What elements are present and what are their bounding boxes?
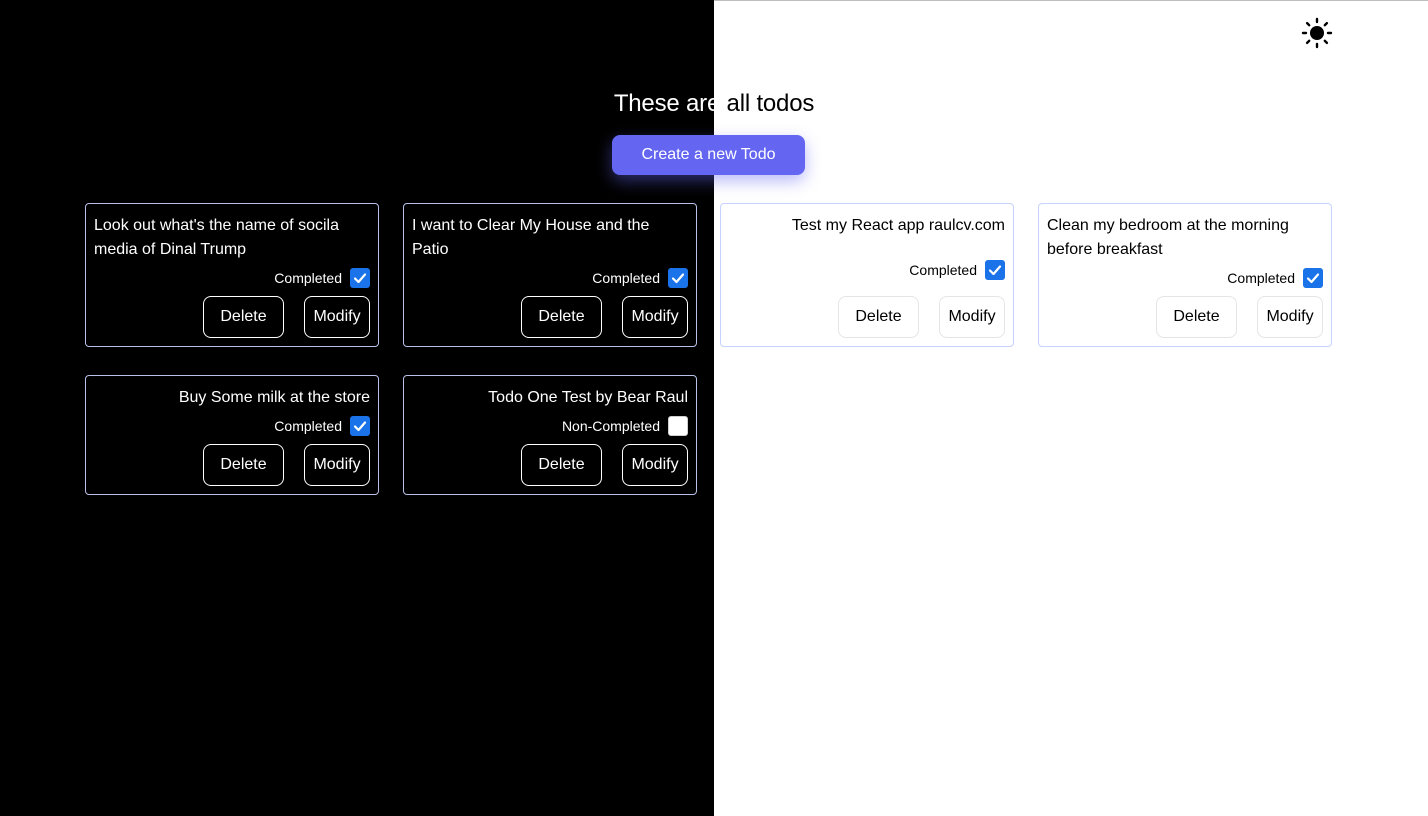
modify-button[interactable]: Modify bbox=[622, 444, 688, 486]
todo-title: Test my React app raulcv.com bbox=[791, 217, 1005, 234]
checkmark-icon bbox=[353, 273, 367, 284]
todo-status-row: Non-Completed bbox=[412, 416, 688, 436]
theme-toggle-button[interactable] bbox=[1300, 16, 1334, 50]
page-title-dark-part: These are bbox=[613, 90, 721, 117]
todo-actions: Delete Modify bbox=[94, 296, 370, 338]
todo-status-row: Completed bbox=[94, 416, 370, 436]
modify-button[interactable]: Modify bbox=[622, 296, 688, 338]
todo-card: Buy Some milk at the store Completed Del… bbox=[85, 375, 379, 495]
completed-checkbox[interactable] bbox=[1303, 268, 1323, 288]
sun-icon bbox=[1301, 17, 1333, 49]
todo-status-label: Completed bbox=[909, 262, 977, 278]
delete-button[interactable]: Delete bbox=[203, 296, 284, 338]
todo-card: Todo One Test by Bear Raul Non-Completed… bbox=[403, 375, 697, 495]
todo-status-label: Completed bbox=[592, 270, 660, 286]
modify-button[interactable]: Modify bbox=[1257, 296, 1323, 338]
delete-button[interactable]: Delete bbox=[521, 444, 602, 486]
todo-title: I want to Clear My House and the Patio bbox=[412, 217, 650, 258]
todo-actions: Delete Modify bbox=[412, 444, 688, 486]
todo-status-label: Completed bbox=[274, 270, 342, 286]
checkmark-icon bbox=[1306, 273, 1320, 284]
top-border bbox=[714, 0, 1428, 1]
completed-checkbox[interactable] bbox=[985, 260, 1005, 280]
completed-checkbox[interactable] bbox=[668, 268, 688, 288]
modify-button[interactable]: Modify bbox=[939, 296, 1005, 338]
completed-checkbox[interactable] bbox=[350, 416, 370, 436]
todo-title: Todo One Test by Bear Raul bbox=[488, 389, 688, 406]
delete-button[interactable]: Delete bbox=[203, 444, 284, 486]
todo-actions: Delete Modify bbox=[94, 444, 370, 486]
todo-card: I want to Clear My House and the Patio C… bbox=[403, 203, 697, 347]
page-title: These are all todos bbox=[0, 88, 1428, 120]
todo-status-row: Completed bbox=[94, 268, 370, 288]
todo-status-label: Completed bbox=[1227, 270, 1295, 286]
checkmark-icon bbox=[353, 421, 367, 432]
delete-button[interactable]: Delete bbox=[838, 296, 919, 338]
todo-title: Look out what's the name of socila media… bbox=[94, 217, 339, 258]
todo-status-row: Completed bbox=[412, 268, 688, 288]
delete-button[interactable]: Delete bbox=[521, 296, 602, 338]
todo-status-label: Completed bbox=[274, 418, 342, 434]
todo-card: Clean my bedroom at the morning before b… bbox=[1038, 203, 1332, 347]
todo-status-label: Non-Completed bbox=[561, 418, 660, 434]
page-title-light-part: all todos bbox=[720, 90, 815, 117]
todo-title: Buy Some milk at the store bbox=[178, 389, 370, 406]
completed-checkbox[interactable] bbox=[668, 416, 688, 436]
todo-actions: Delete Modify bbox=[412, 296, 688, 338]
delete-button[interactable]: Delete bbox=[1156, 296, 1237, 338]
todo-actions: Delete Modify bbox=[1047, 296, 1323, 338]
modify-button[interactable]: Modify bbox=[304, 296, 370, 338]
checkmark-icon bbox=[988, 265, 1002, 276]
todo-card: Test my React app raulcv.com Completed D… bbox=[720, 203, 1014, 347]
completed-checkbox[interactable] bbox=[350, 268, 370, 288]
todo-title: Clean my bedroom at the morning before b… bbox=[1047, 217, 1289, 258]
checkmark-icon bbox=[671, 273, 685, 284]
todo-status-row: Completed bbox=[1047, 268, 1323, 288]
todo-status-row: Completed bbox=[729, 260, 1005, 280]
create-todo-button[interactable]: Create a new Todo bbox=[612, 135, 805, 175]
todo-card: Look out what's the name of socila media… bbox=[85, 203, 379, 347]
modify-button[interactable]: Modify bbox=[304, 444, 370, 486]
todo-actions: Delete Modify bbox=[729, 296, 1005, 338]
